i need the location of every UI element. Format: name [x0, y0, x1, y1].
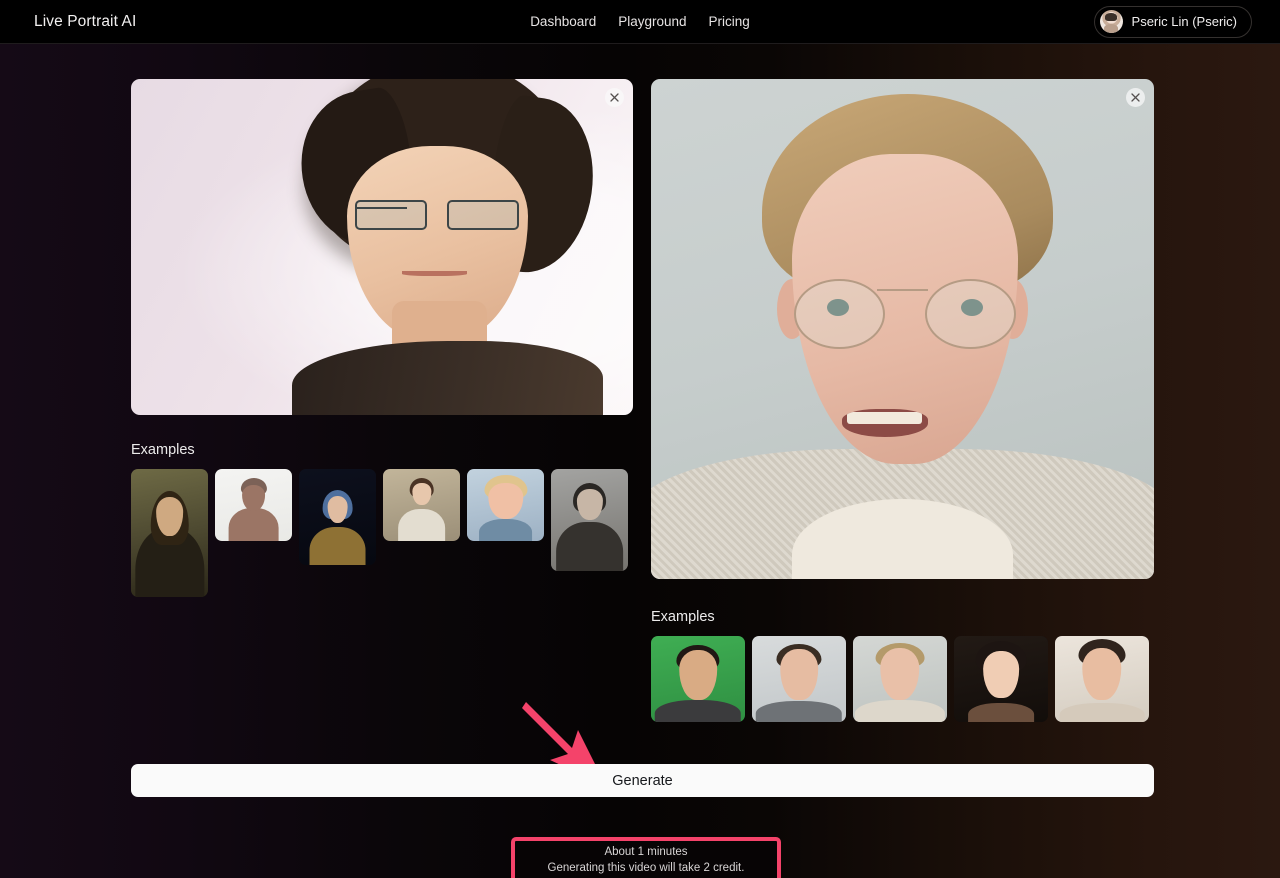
- example-thumbnail[interactable]: [1055, 636, 1149, 722]
- close-icon: [1131, 93, 1140, 102]
- credit-cost-label: Generating this video will take 2 credit…: [548, 861, 745, 875]
- target-video: [651, 79, 1154, 579]
- user-name-label: Pseric Lin (Pseric): [1132, 14, 1237, 29]
- main-nav: Dashboard Playground Pricing: [530, 14, 750, 29]
- example-thumbnail[interactable]: [853, 636, 947, 722]
- target-examples-label: Examples: [651, 609, 1171, 625]
- source-examples-row: [131, 469, 651, 597]
- generate-button[interactable]: Generate: [131, 764, 1154, 797]
- target-examples-section: Examples: [651, 609, 1171, 722]
- example-thumbnail[interactable]: [551, 469, 628, 571]
- avatar: [1100, 10, 1123, 33]
- remove-source-image-button[interactable]: [605, 88, 624, 107]
- example-thumbnail[interactable]: [299, 469, 376, 565]
- target-video-preview[interactable]: [651, 79, 1154, 579]
- app-logo-title[interactable]: Live Portrait AI: [34, 13, 136, 31]
- example-thumbnail[interactable]: [215, 469, 292, 541]
- app-root: Live Portrait AI Dashboard Playground Pr…: [0, 0, 1280, 878]
- example-thumbnail[interactable]: [383, 469, 460, 541]
- top-navigation-bar: Live Portrait AI Dashboard Playground Pr…: [0, 0, 1280, 44]
- example-thumbnail[interactable]: [131, 469, 208, 597]
- example-thumbnail[interactable]: [752, 636, 846, 722]
- estimated-time-label: About 1 minutes: [604, 845, 687, 859]
- close-icon: [610, 93, 619, 102]
- nav-item-playground[interactable]: Playground: [618, 14, 686, 29]
- target-examples-row: [651, 636, 1171, 722]
- example-thumbnail[interactable]: [467, 469, 544, 541]
- playground-content: Examples: [0, 44, 1280, 878]
- source-examples-label: Examples: [131, 442, 651, 458]
- source-image-preview[interactable]: [131, 79, 633, 415]
- remove-target-video-button[interactable]: [1126, 88, 1145, 107]
- example-thumbnail[interactable]: [954, 636, 1048, 722]
- nav-item-dashboard[interactable]: Dashboard: [530, 14, 596, 29]
- source-examples-section: Examples: [131, 442, 651, 597]
- source-image: [131, 79, 633, 415]
- generation-cost-callout: About 1 minutes Generating this video wi…: [511, 837, 781, 878]
- user-account-chip[interactable]: Pseric Lin (Pseric): [1094, 6, 1252, 38]
- nav-item-pricing[interactable]: Pricing: [709, 14, 750, 29]
- example-thumbnail[interactable]: [651, 636, 745, 722]
